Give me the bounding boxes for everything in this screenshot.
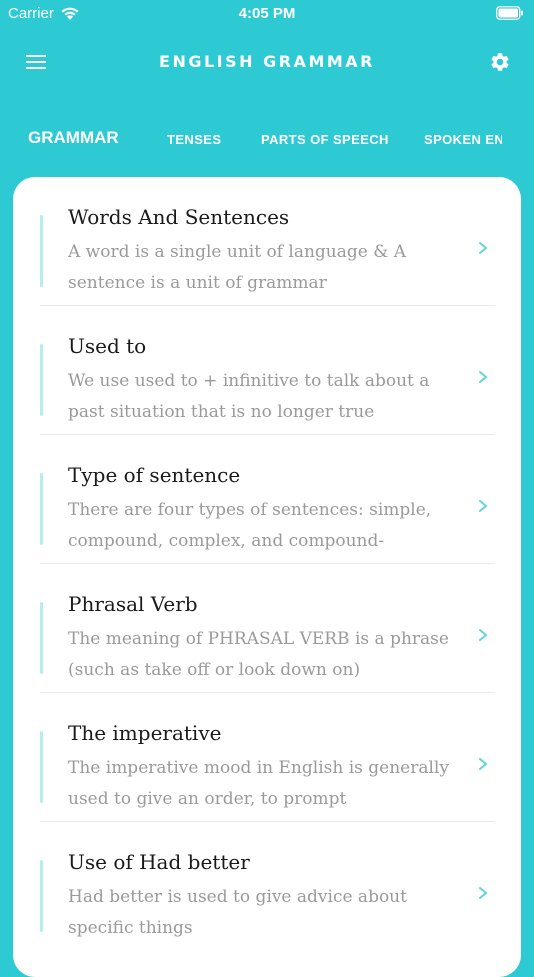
tab-bar: GRAMMAR TENSES PARTS OF SPEECH SPOKEN EN…	[0, 118, 502, 158]
item-title: Use of Had better	[68, 850, 250, 874]
chevron-right-icon	[479, 242, 487, 254]
item-title: The imperative	[68, 721, 222, 745]
chevron-right-icon	[479, 887, 487, 899]
item-description: Had better is used to give advice about …	[68, 887, 407, 938]
list-item[interactable]: The imperative The imperative mood in En…	[40, 693, 495, 822]
item-description: We use used to + infinitive to talk abou…	[68, 371, 430, 422]
tab-grammar[interactable]: GRAMMAR	[28, 128, 119, 148]
item-title: Phrasal Verb	[68, 592, 198, 616]
item-accent-bar	[40, 731, 43, 803]
gear-icon	[491, 53, 509, 71]
item-accent-bar	[40, 215, 43, 287]
item-description: There are four types of sentences: simpl…	[68, 500, 432, 551]
chevron-right-icon	[479, 629, 487, 641]
item-title: Words And Sentences	[68, 205, 290, 229]
item-description: The meaning of PHRASAL VERB is a phrase …	[68, 629, 449, 680]
list-item[interactable]: Type of sentence There are four types of…	[40, 435, 495, 564]
list-item[interactable]: Used to We use used to + infinitive to t…	[40, 306, 495, 435]
topic-list: Words And Sentences A word is a single u…	[13, 177, 521, 977]
item-description: A word is a single unit of language & A …	[68, 242, 407, 293]
item-accent-bar	[40, 602, 43, 674]
tab-tenses[interactable]: TENSES	[167, 132, 221, 147]
tab-parts-of-speech[interactable]: PARTS OF SPEECH	[261, 132, 389, 147]
status-bar: Carrier 4:05 PM	[0, 0, 534, 28]
list-item[interactable]: Words And Sentences A word is a single u…	[40, 177, 495, 306]
list-item[interactable]: Phrasal Verb The meaning of PHRASAL VERB…	[40, 564, 495, 693]
item-description: The imperative mood in English is genera…	[68, 758, 449, 809]
item-title: Type of sentence	[68, 463, 241, 487]
battery-icon	[496, 6, 524, 24]
item-accent-bar	[40, 860, 43, 932]
status-time: 4:05 PM	[238, 5, 296, 22]
list-item[interactable]: Use of Had better Had better is used to …	[40, 822, 495, 951]
page-title: ENGLISH GRAMMAR	[159, 52, 375, 71]
item-accent-bar	[40, 344, 43, 416]
chevron-right-icon	[479, 371, 487, 383]
item-title: Used to	[68, 334, 147, 358]
chevron-right-icon	[479, 758, 487, 770]
item-accent-bar	[40, 473, 43, 545]
settings-button[interactable]	[486, 48, 514, 76]
nav-bar: ENGLISH GRAMMAR	[0, 38, 534, 86]
tab-spoken-english[interactable]: SPOKEN ENGLISH	[424, 132, 502, 147]
chevron-right-icon	[479, 500, 487, 512]
